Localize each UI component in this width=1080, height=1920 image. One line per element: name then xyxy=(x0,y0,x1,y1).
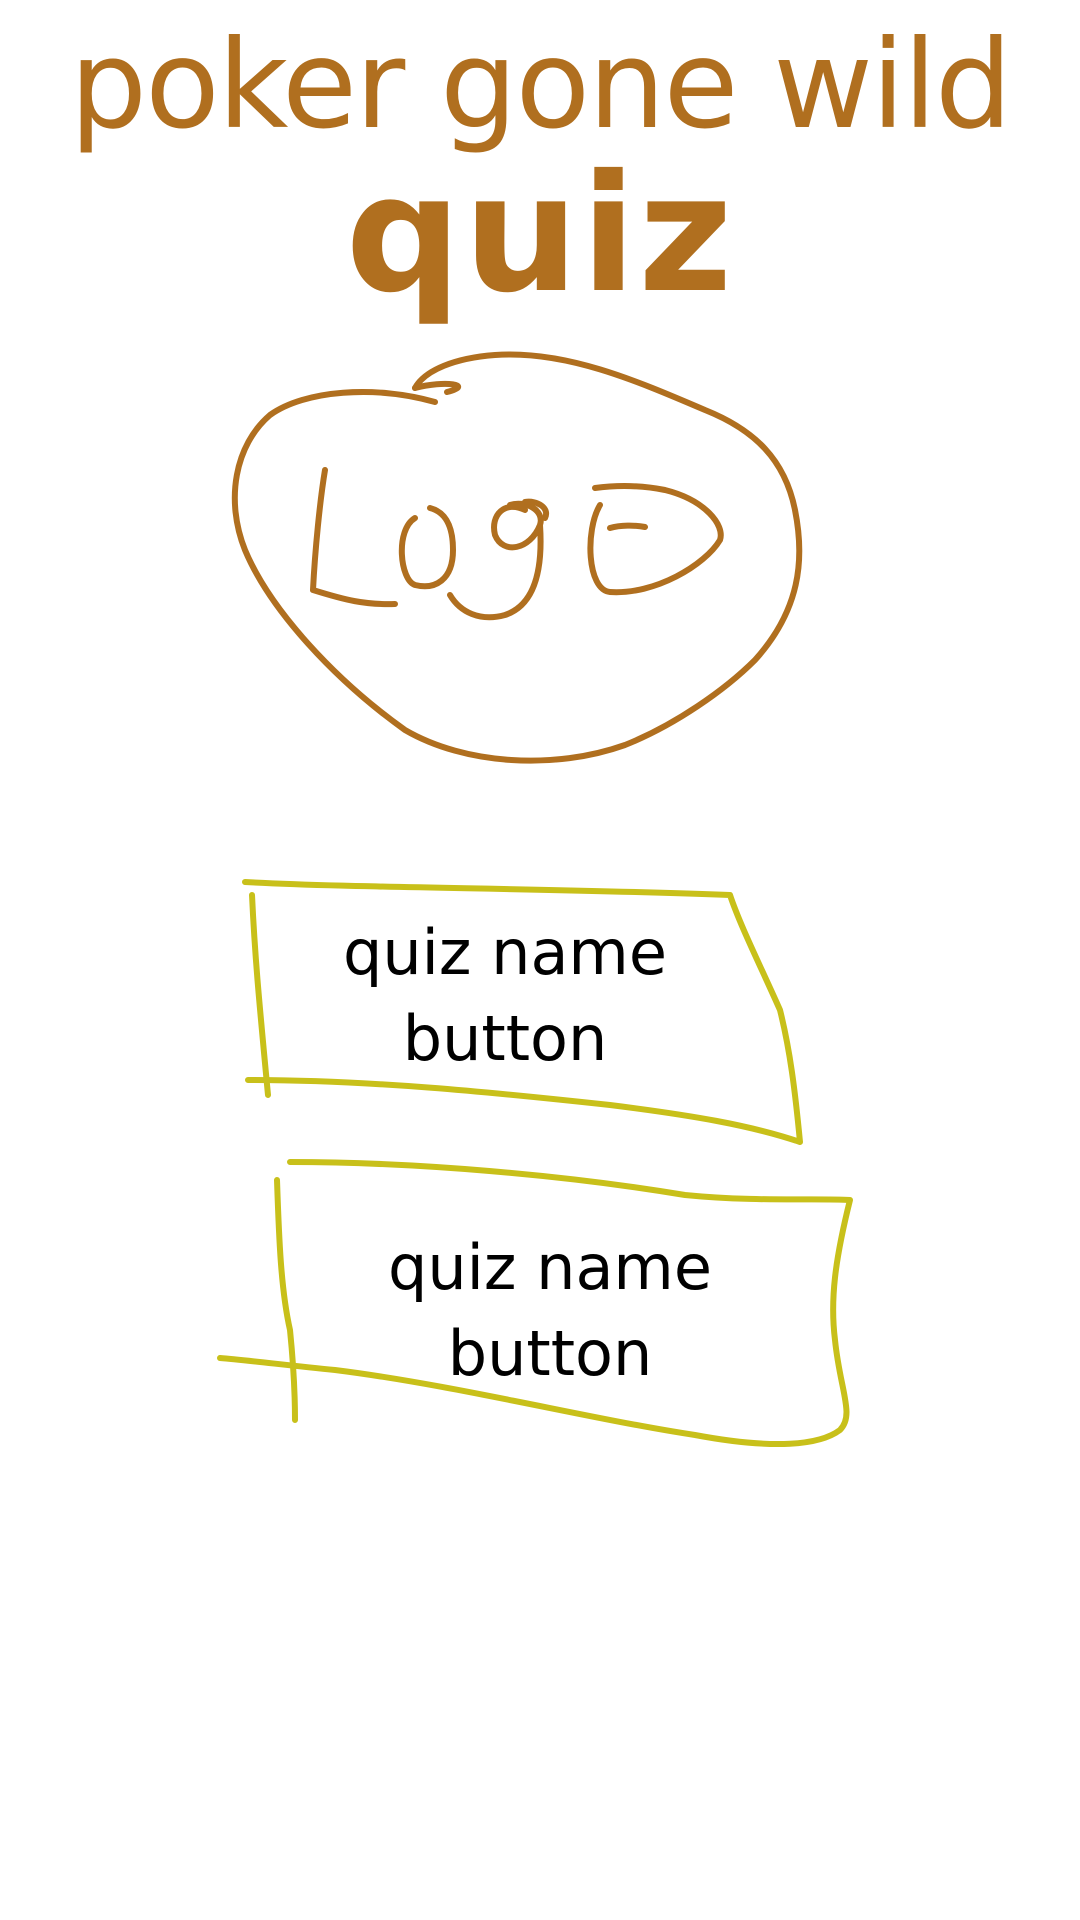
logo-letter-l xyxy=(310,467,398,608)
app-title: poker gone wild xyxy=(69,14,1013,156)
logo-placeholder-sketch xyxy=(231,351,803,764)
logo-letter-o2 xyxy=(587,483,724,596)
quiz-name-line: quiz name xyxy=(343,916,667,989)
logo-letter-o xyxy=(398,505,456,590)
quiz-name-button-1[interactable]: quiz name button xyxy=(242,879,820,1170)
logo-outline xyxy=(231,351,803,764)
logo-letter-g xyxy=(447,500,544,621)
button-line: button xyxy=(402,1002,608,1075)
quiz-name-button-label: quiz name button xyxy=(225,1225,875,1397)
button-line: button xyxy=(447,1317,653,1390)
app-subtitle-quiz: quiz xyxy=(345,141,735,329)
quiz-name-button-2[interactable]: quiz name button xyxy=(215,1159,865,1480)
quiz-name-line: quiz name xyxy=(388,1231,712,1304)
quiz-name-button-label: quiz name button xyxy=(220,910,790,1082)
